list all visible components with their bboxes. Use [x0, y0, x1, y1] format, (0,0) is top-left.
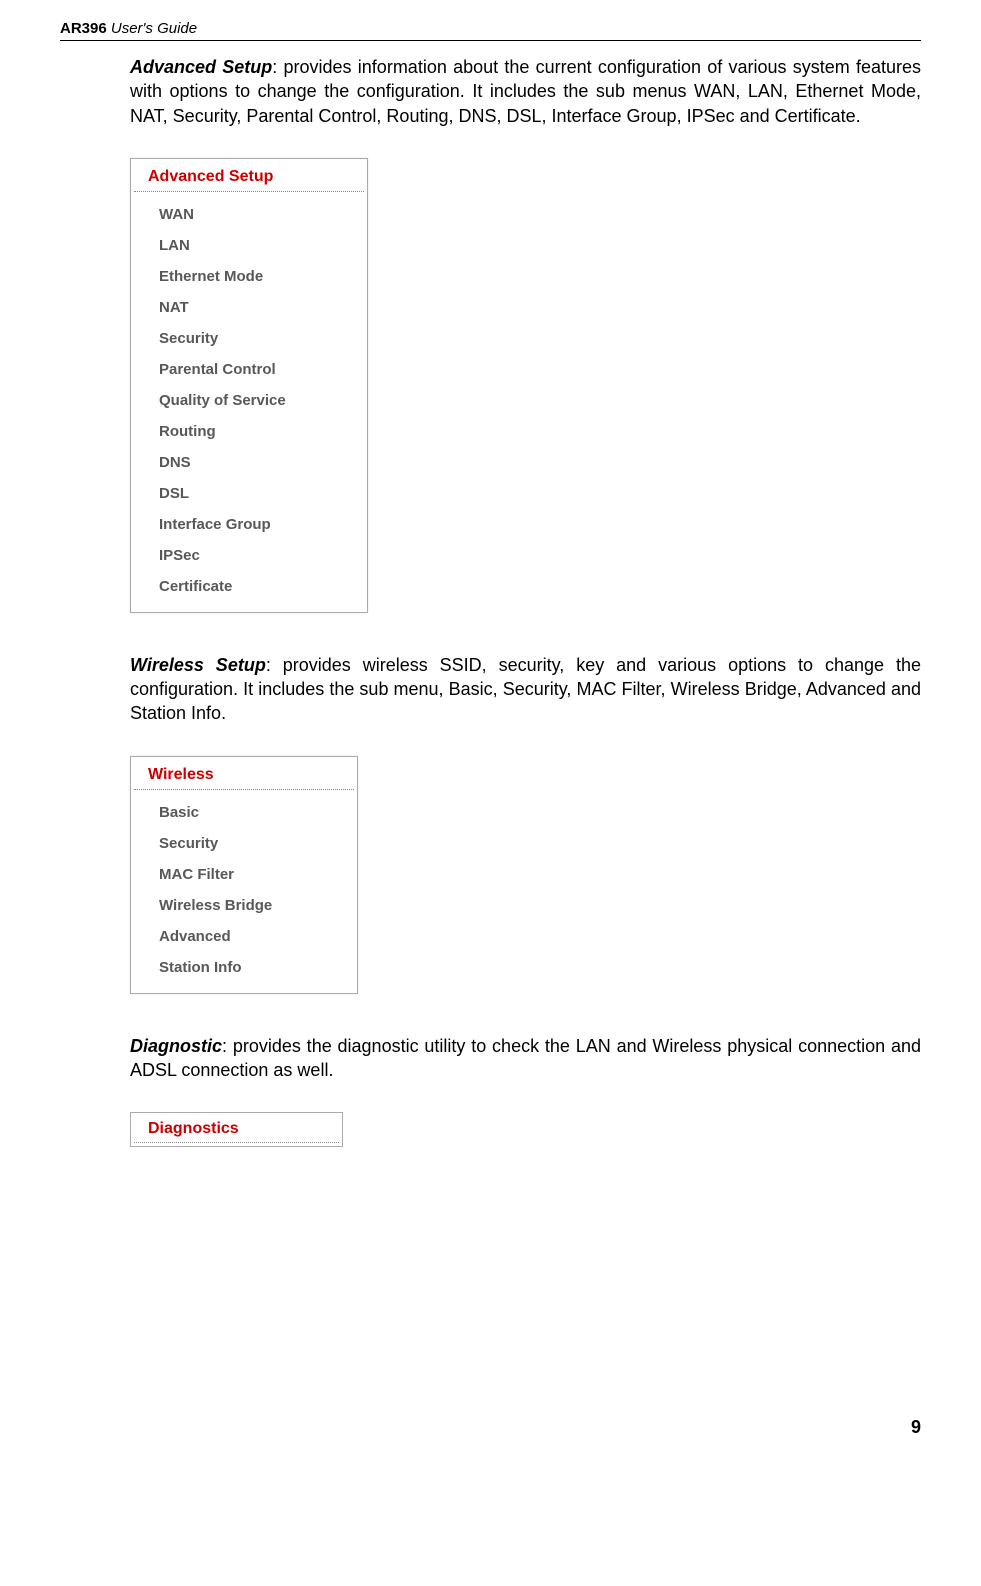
menu-item-nat[interactable]: NAT: [159, 292, 349, 323]
advanced-menu-header[interactable]: Advanced Setup: [134, 162, 364, 192]
diagnostic-paragraph: Diagnostic: provides the diagnostic util…: [130, 1034, 921, 1083]
menu-item-dsl[interactable]: DSL: [159, 478, 349, 509]
menu-item-parental[interactable]: Parental Control: [159, 354, 349, 385]
menu-item-ifgroup[interactable]: Interface Group: [159, 509, 349, 540]
menu-item-cert[interactable]: Certificate: [159, 571, 349, 602]
content-block: Advanced Setup: provides information abo…: [130, 55, 921, 1157]
advanced-menu-box: Advanced Setup WAN LAN Ethernet Mode NAT…: [130, 158, 368, 613]
diagnostic-desc: : provides the diagnostic utility to che…: [130, 1036, 921, 1080]
wireless-menu-header[interactable]: Wireless: [134, 760, 354, 790]
diagnostics-header[interactable]: Diagnostics: [134, 1116, 339, 1143]
page-header: AR396 User's Guide: [60, 20, 921, 41]
guide-suffix: User's Guide: [107, 20, 197, 37]
menu-item-wsec[interactable]: Security: [159, 828, 339, 859]
menu-item-routing[interactable]: Routing: [159, 416, 349, 447]
menu-item-qos[interactable]: Quality of Service: [159, 385, 349, 416]
menu-item-ethernet[interactable]: Ethernet Mode: [159, 261, 349, 292]
advanced-menu-list: WAN LAN Ethernet Mode NAT Security Paren…: [131, 195, 367, 612]
menu-item-lan[interactable]: LAN: [159, 230, 349, 261]
diagnostic-title: Diagnostic: [130, 1036, 222, 1056]
menu-item-dns[interactable]: DNS: [159, 447, 349, 478]
menu-item-wbridge[interactable]: Wireless Bridge: [159, 890, 339, 921]
menu-item-mac[interactable]: MAC Filter: [159, 859, 339, 890]
menu-item-stinfo[interactable]: Station Info: [159, 952, 339, 983]
menu-item-wan[interactable]: WAN: [159, 199, 349, 230]
page-number: 9: [60, 1417, 921, 1438]
wireless-menu-list: Basic Security MAC Filter Wireless Bridg…: [131, 793, 357, 993]
wireless-paragraph: Wireless Setup: provides wireless SSID, …: [130, 653, 921, 726]
advanced-paragraph: Advanced Setup: provides information abo…: [130, 55, 921, 128]
menu-item-ipsec[interactable]: IPSec: [159, 540, 349, 571]
page-container: AR396 User's Guide Advanced Setup: provi…: [0, 0, 981, 1498]
wireless-title: Wireless Setup: [130, 655, 266, 675]
advanced-title: Advanced Setup: [130, 57, 272, 77]
menu-item-wadv[interactable]: Advanced: [159, 921, 339, 952]
menu-item-security[interactable]: Security: [159, 323, 349, 354]
wireless-menu-box: Wireless Basic Security MAC Filter Wirel…: [130, 756, 358, 994]
menu-item-basic[interactable]: Basic: [159, 797, 339, 828]
diagnostics-box: Diagnostics: [130, 1112, 343, 1147]
model-name: AR396: [60, 20, 107, 37]
